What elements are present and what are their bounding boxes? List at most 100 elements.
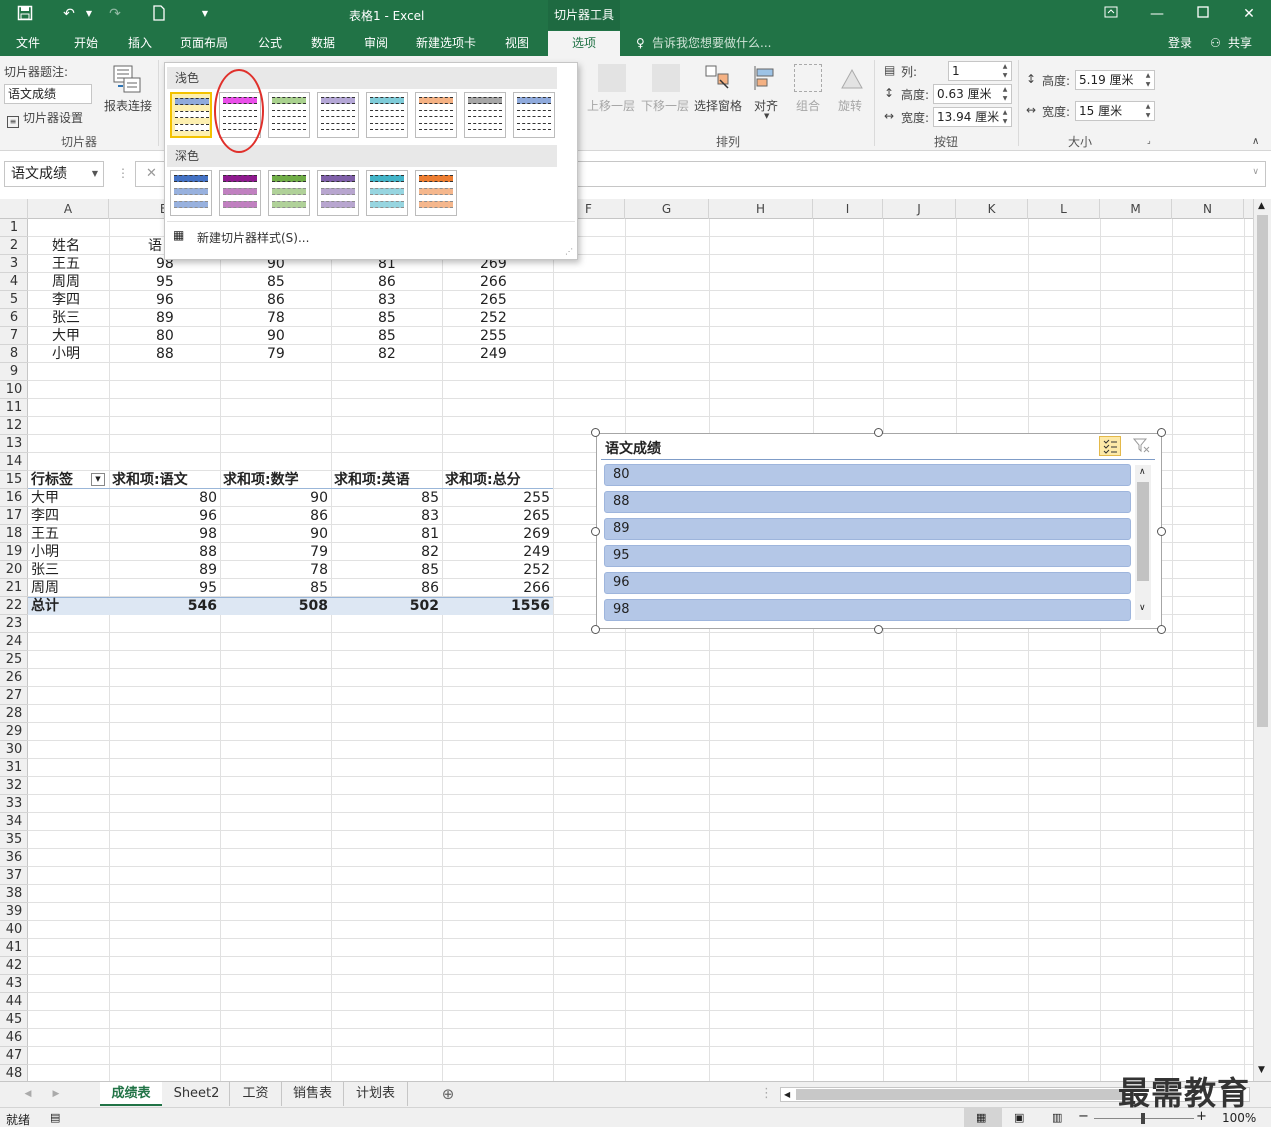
- tab-review[interactable]: 审阅: [364, 30, 388, 56]
- pivot-total[interactable]: 1556: [442, 597, 550, 615]
- pivot-row-label[interactable]: 张三: [31, 561, 59, 579]
- cancel-formula-icon[interactable]: ✕: [146, 166, 157, 181]
- pivot-cell[interactable]: 90: [220, 525, 328, 543]
- zoom-slider-thumb[interactable]: [1141, 1113, 1145, 1124]
- vertical-scroll-thumb[interactable]: [1257, 215, 1268, 727]
- pivot-cell[interactable]: 86: [331, 579, 439, 597]
- next-sheet-icon[interactable]: ▶: [50, 1082, 62, 1106]
- pivot-cell[interactable]: 82: [331, 543, 439, 561]
- tab-home[interactable]: 开始: [74, 30, 98, 56]
- group-button[interactable]: 组合: [796, 97, 820, 114]
- cell[interactable]: 85: [378, 327, 396, 345]
- row-header[interactable]: 30: [0, 741, 28, 759]
- row-header[interactable]: 43: [0, 975, 28, 993]
- tab-options[interactable]: 选项: [548, 31, 620, 56]
- pivot-cell[interactable]: 98: [109, 525, 217, 543]
- row-header[interactable]: 38: [0, 885, 28, 903]
- row-header[interactable]: 10: [0, 381, 28, 399]
- vertical-scrollbar[interactable]: ▲ ▼: [1253, 199, 1271, 1081]
- row-header[interactable]: 41: [0, 939, 28, 957]
- pivot-cell[interactable]: 96: [109, 507, 217, 525]
- resize-handle[interactable]: [1157, 527, 1166, 536]
- pivot-cell[interactable]: 88: [109, 543, 217, 561]
- expand-formula-icon[interactable]: ∨: [1252, 167, 1259, 177]
- row-header[interactable]: 28: [0, 705, 28, 723]
- row-header[interactable]: 4: [0, 273, 28, 291]
- resize-handle[interactable]: [874, 428, 883, 437]
- button-width-stepper[interactable]: 13.94 厘米 ▲ ▼: [933, 107, 1012, 127]
- column-header[interactable]: H: [709, 199, 813, 219]
- cell[interactable]: 80: [156, 327, 174, 345]
- row-header[interactable]: 18: [0, 525, 28, 543]
- slicer-caption-input[interactable]: 语文成绩: [4, 84, 92, 104]
- page-layout-view-icon[interactable]: ▣: [1014, 1111, 1024, 1124]
- share-button[interactable]: 共享: [1228, 30, 1252, 56]
- slicer-style-swatch[interactable]: [366, 92, 408, 138]
- cell-header-chinese[interactable]: 语: [148, 237, 162, 255]
- cell[interactable]: 周周: [52, 273, 80, 291]
- undo-dropdown-icon[interactable]: ▼: [80, 5, 98, 23]
- name-box[interactable]: 语文成绩 ▼: [4, 161, 104, 187]
- slicer-style-swatch[interactable]: [317, 170, 359, 216]
- maximize-icon[interactable]: [1180, 0, 1226, 30]
- pivot-cell[interactable]: 78: [220, 561, 328, 579]
- tell-me-icon[interactable]: ♀: [636, 30, 645, 56]
- cell[interactable]: 86: [378, 273, 396, 291]
- cell[interactable]: 78: [267, 309, 285, 327]
- row-header[interactable]: 23: [0, 615, 28, 633]
- pivot-header[interactable]: 求和项:语文: [112, 471, 188, 489]
- sheet-tab-active[interactable]: 成绩表: [100, 1082, 162, 1106]
- row-header[interactable]: 12: [0, 417, 28, 435]
- cell[interactable]: 266: [480, 273, 507, 291]
- slicer-style-swatch[interactable]: [219, 170, 261, 216]
- scroll-down-icon[interactable]: ▼: [1258, 1065, 1265, 1075]
- report-connections-button[interactable]: 报表连接: [104, 97, 152, 114]
- row-header[interactable]: 36: [0, 849, 28, 867]
- pivot-cell[interactable]: 79: [220, 543, 328, 561]
- pivot-header[interactable]: 求和项:数学: [223, 471, 299, 489]
- slicer-item[interactable]: 88: [604, 491, 1131, 513]
- cell[interactable]: 85: [378, 309, 396, 327]
- cell[interactable]: 79: [267, 345, 285, 363]
- cell[interactable]: 96: [156, 291, 174, 309]
- cell[interactable]: 张三: [52, 309, 80, 327]
- resize-handle[interactable]: [591, 527, 600, 536]
- column-header[interactable]: N: [1172, 199, 1244, 219]
- row-header[interactable]: 20: [0, 561, 28, 579]
- minimize-icon[interactable]: —: [1134, 0, 1180, 30]
- select-all-corner[interactable]: [0, 199, 28, 219]
- row-header[interactable]: 15: [0, 471, 28, 489]
- horizontal-scroll-thumb[interactable]: [796, 1089, 1126, 1100]
- slicer-item[interactable]: 89: [604, 518, 1131, 540]
- row-header[interactable]: 45: [0, 1011, 28, 1029]
- slicer-style-swatch[interactable]: [415, 92, 457, 138]
- row-header[interactable]: 40: [0, 921, 28, 939]
- slicer-scroll-thumb[interactable]: [1137, 482, 1149, 581]
- resize-handle[interactable]: [591, 428, 600, 437]
- row-header[interactable]: 24: [0, 633, 28, 651]
- row-header[interactable]: 8: [0, 345, 28, 363]
- slicer-style-swatch[interactable]: [513, 92, 555, 138]
- row-header[interactable]: 3: [0, 255, 28, 273]
- rotate-button[interactable]: 旋转: [838, 97, 862, 114]
- tab-new-tab[interactable]: 新建选项卡: [416, 30, 476, 56]
- pivot-header[interactable]: 求和项:总分: [445, 471, 521, 489]
- cell[interactable]: 90: [267, 327, 285, 345]
- pivot-cell[interactable]: 269: [442, 525, 550, 543]
- row-header[interactable]: 35: [0, 831, 28, 849]
- slicer-style-swatch[interactable]: [366, 170, 408, 216]
- tab-file[interactable]: 文件: [16, 30, 40, 56]
- row-header[interactable]: 33: [0, 795, 28, 813]
- resize-handle[interactable]: [1157, 625, 1166, 634]
- sign-in-link[interactable]: 登录: [1168, 30, 1192, 56]
- cell[interactable]: 85: [267, 273, 285, 291]
- pivot-row-label[interactable]: 周周: [31, 579, 59, 597]
- pivot-cell[interactable]: 81: [331, 525, 439, 543]
- pivot-cell[interactable]: 89: [109, 561, 217, 579]
- resize-handle[interactable]: [1157, 428, 1166, 437]
- slicer-item[interactable]: 95: [604, 545, 1131, 567]
- row-header[interactable]: 9: [0, 363, 28, 381]
- add-sheet-icon[interactable]: ⊕: [438, 1082, 458, 1106]
- macro-record-icon[interactable]: ▤: [50, 1111, 60, 1124]
- stepper-arrows-icon[interactable]: ▲ ▼: [999, 85, 1011, 103]
